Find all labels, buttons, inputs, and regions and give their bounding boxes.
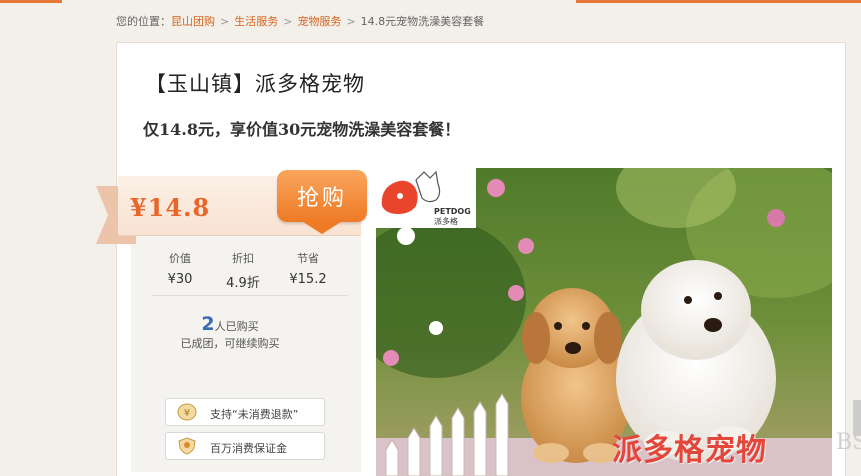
buy-button-pointer — [300, 220, 344, 234]
breadcrumb-prefix: 您的位置： — [116, 15, 171, 28]
buy-now-button[interactable]: 抢购 — [277, 170, 367, 222]
breadcrumb-current: 14.8元宠物洗澡美容套餐 — [360, 15, 485, 28]
top-accent-line-right — [576, 0, 861, 3]
top-accent-line-left — [0, 0, 62, 3]
deposit-guarantee-label: 百万消费保证金 — [210, 442, 287, 455]
buyer-count-label: 人已购买 — [214, 320, 259, 333]
refund-guarantee-label: 支持“未消费退款” — [210, 408, 299, 421]
breadcrumb-separator: > — [346, 15, 356, 28]
stat-discount: 折扣 4.9折 — [213, 250, 273, 291]
logo-cn-text: 派多格 — [434, 217, 458, 226]
group-status: 已成团，可继续购买 — [180, 337, 280, 350]
buyers-info: 2人已购买 已成团，可继续购买 — [150, 313, 310, 351]
breadcrumb-link-pet-service[interactable]: 宠物服务 — [297, 15, 341, 28]
deposit-guarantee-badge[interactable]: 百万消费保证金 — [165, 432, 325, 460]
stat-discount-amount: 4.9折 — [226, 276, 260, 291]
photo-watermark: 派多格宠物 — [612, 433, 767, 468]
breadcrumb-link-city[interactable]: 昆山团购 — [171, 15, 215, 28]
svg-text:¥: ¥ — [184, 408, 190, 419]
stat-value: 价值 ¥30 — [150, 250, 210, 287]
shop-title: 【玉山镇】派多格宠物 — [145, 72, 365, 96]
deal-stats: 价值 ¥30 折扣 4.9折 节省 ¥15.2 — [150, 250, 350, 294]
stat-discount-label: 折扣 — [232, 252, 254, 265]
stat-value-amount: ¥30 — [167, 272, 193, 287]
stats-divider — [152, 295, 348, 296]
logo-brand-text: PETDOG — [434, 207, 471, 216]
deal-title: 仅14.8元，享价值30元宠物洗澡美容套餐！ — [143, 120, 461, 139]
hand-shield-icon — [177, 437, 197, 455]
stat-save: 节省 ¥15.2 — [278, 250, 338, 287]
buyer-count: 2 — [201, 313, 215, 335]
breadcrumb-separator: > — [283, 15, 293, 28]
yen-shield-icon: ¥ — [177, 403, 197, 421]
deal-photo: PETDOG 派多格 派多格宠物 — [376, 168, 832, 476]
deal-price: ¥14.8 — [130, 193, 211, 222]
breadcrumb-link-life-service[interactable]: 生活服务 — [234, 15, 278, 28]
stat-save-amount: ¥15.2 — [289, 272, 327, 287]
breadcrumb: 您的位置：昆山团购 > 生活服务 > 宠物服务 >14.8元宠物洗澡美容套餐 — [116, 13, 484, 29]
breadcrumb-separator: > — [220, 15, 230, 28]
petdog-logo: PETDOG 派多格 — [376, 168, 476, 228]
stat-value-label: 价值 — [169, 252, 191, 265]
scrollbar-thumb[interactable] — [853, 400, 861, 436]
refund-guarantee-badge[interactable]: ¥ 支持“未消费退款” — [165, 398, 325, 426]
stat-save-label: 节省 — [297, 252, 319, 265]
